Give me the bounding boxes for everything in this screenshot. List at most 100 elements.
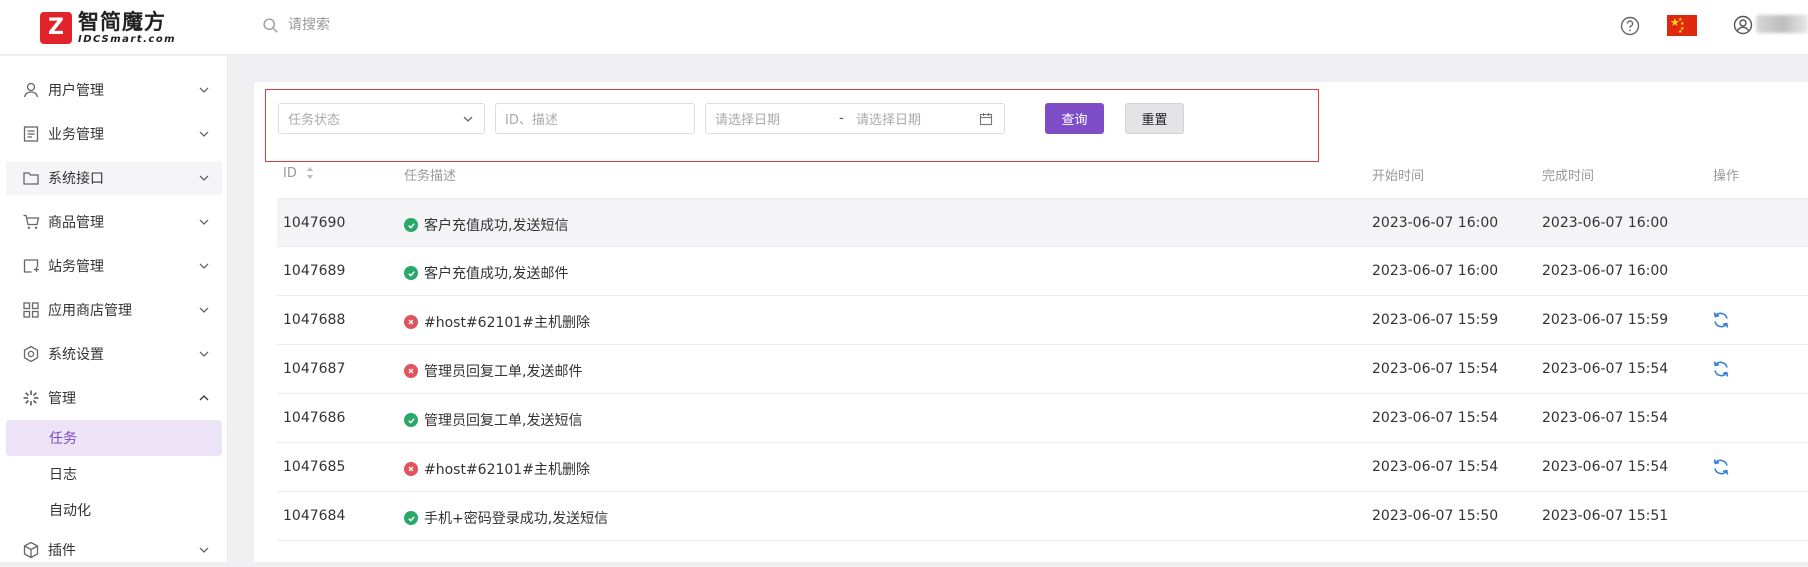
column-header-actions: 操作 — [1713, 169, 1740, 184]
sidebar-item-system-interface[interactable]: 系统接口 — [6, 161, 222, 195]
logo-mark-icon: Z — [40, 11, 72, 44]
user-name-blurred[interactable] — [1756, 15, 1808, 33]
table-row[interactable]: 1047686 管理员回复工单,发送短信 2023-06-07 15:54 2023-… — [277, 394, 1808, 443]
task-description-text: 手机+密码登录成功,发送短信 — [424, 511, 609, 527]
chevron-down-icon — [199, 219, 209, 225]
global-search[interactable] — [262, 14, 488, 36]
folder-icon — [23, 172, 39, 185]
sidebar-subitem-label: 日志 — [49, 467, 77, 483]
sidebar-item-label: 应用商店管理 — [48, 303, 132, 319]
manage-icon — [23, 390, 39, 406]
task-end-time: 2023-06-07 15:54 — [1542, 410, 1669, 426]
user-icon[interactable] — [1733, 15, 1753, 35]
sidebar-subitem-tasks[interactable]: 任务 — [6, 420, 222, 456]
table-row[interactable]: 1047688 #host#62101#主机删除 2023-06-07 15:59 2… — [277, 296, 1808, 345]
task-id: 1047690 — [283, 215, 346, 231]
task-description-text: #host#62101#主机删除 — [424, 315, 590, 331]
date-end-placeholder[interactable]: 请选择日期 — [856, 109, 921, 128]
date-range-picker[interactable]: 请选择日期 - 请选择日期 — [705, 103, 1005, 134]
sidebar-subitem-logs[interactable]: 日志 — [6, 456, 222, 492]
document-icon — [23, 126, 39, 142]
success-status-icon — [404, 218, 418, 232]
sort-icon[interactable] — [306, 165, 314, 181]
retry-icon[interactable] — [1711, 359, 1731, 379]
task-description-text: 管理员回复工单,发送邮件 — [424, 364, 583, 380]
calendar-icon — [979, 112, 993, 125]
task-id: 1047684 — [283, 508, 346, 524]
task-id: 1047687 — [283, 361, 346, 377]
sidebar-item-product-management[interactable]: 商品管理 — [0, 205, 228, 239]
task-description-text: 客户充值成功,发送短信 — [424, 218, 569, 234]
settings-icon — [23, 345, 39, 363]
chevron-down-icon — [199, 87, 209, 93]
task-description: #host#62101#主机删除 — [404, 459, 590, 479]
date-start-placeholder[interactable]: 请选择日期 — [715, 109, 780, 128]
chevron-down-icon — [199, 307, 209, 313]
sidebar-item-system-settings[interactable]: 系统设置 — [0, 337, 228, 371]
task-status-placeholder: 任务状态 — [288, 113, 341, 128]
task-description-text: 管理员回复工单,发送短信 — [424, 413, 583, 429]
chevron-up-icon — [199, 395, 209, 401]
task-status-select[interactable]: 任务状态 — [278, 103, 485, 134]
failed-status-icon — [404, 364, 418, 378]
task-description: 手机+密码登录成功,发送短信 — [404, 508, 608, 528]
date-separator: - — [839, 111, 844, 126]
sidebar-item-manage[interactable]: 管理 — [0, 381, 228, 415]
success-status-icon — [404, 266, 418, 280]
task-description-text: #host#62101#主机删除 — [424, 462, 590, 478]
sidebar-item-business-management[interactable]: 业务管理 — [0, 117, 228, 151]
task-end-time: 2023-06-07 16:00 — [1542, 215, 1669, 231]
task-start-time: 2023-06-07 15:54 — [1372, 361, 1499, 377]
table-row[interactable]: 1047684 手机+密码登录成功,发送短信 2023-06-07 15:50 202… — [277, 492, 1808, 541]
column-header-id[interactable]: ID — [283, 165, 314, 181]
search-input[interactable] — [288, 17, 488, 33]
query-button[interactable]: 查询 — [1045, 103, 1104, 134]
brand-domain: IDCSmart.com — [78, 34, 177, 45]
task-description: 管理员回复工单,发送短信 — [404, 410, 582, 430]
table-row[interactable]: 1047689 客户充值成功,发送邮件 2023-06-07 16:00 2023-0… — [277, 247, 1808, 296]
keyword-input[interactable]: ID、描述 — [495, 103, 695, 134]
reset-button[interactable]: 重置 — [1125, 103, 1184, 134]
sidebar-item-station-management[interactable]: 站务管理 — [0, 249, 228, 283]
brand-logo[interactable]: Z 智简魔方 IDCSmart.com — [40, 10, 176, 45]
chevron-down-icon — [199, 547, 209, 553]
sidebar-subitem-automation[interactable]: 自动化 — [6, 492, 222, 528]
sidebar-item-user-management[interactable]: 用户管理 — [0, 73, 228, 107]
sidebar-subitem-label: 自动化 — [49, 503, 91, 519]
task-description-text: 客户充值成功,发送邮件 — [424, 266, 569, 282]
task-id: 1047685 — [283, 459, 346, 475]
table-row[interactable]: 1047685 #host#62101#主机删除 2023-06-07 15:54 2… — [277, 443, 1808, 492]
china-flag-icon[interactable]: ★ ★ ★ ★ ★ — [1667, 15, 1697, 36]
task-start-time: 2023-06-07 15:54 — [1372, 459, 1499, 475]
retry-icon[interactable] — [1711, 310, 1731, 330]
column-header-description: 任务描述 — [404, 169, 457, 184]
brand-name: 智简魔方 — [78, 10, 166, 34]
chevron-down-icon — [199, 351, 209, 357]
sidebar-item-label: 插件 — [48, 543, 76, 559]
task-end-time: 2023-06-07 15:59 — [1542, 312, 1669, 328]
help-icon[interactable] — [1620, 16, 1640, 36]
table-row[interactable]: 1047687 管理员回复工单,发送邮件 2023-06-07 15:54 2023-… — [277, 345, 1808, 394]
task-description: 客户充值成功,发送短信 — [404, 215, 568, 235]
task-start-time: 2023-06-07 15:54 — [1372, 410, 1499, 426]
sidebar-item-label: 系统设置 — [48, 347, 104, 363]
sidebar-item-app-store-management[interactable]: 应用商店管理 — [0, 293, 228, 327]
column-header-start-time: 开始时间 — [1372, 169, 1425, 184]
station-icon — [23, 259, 39, 273]
user-icon — [23, 82, 39, 98]
sidebar-subitem-label: 任务 — [49, 431, 77, 447]
chevron-down-icon — [463, 116, 473, 122]
column-header-end-time: 完成时间 — [1542, 169, 1595, 184]
top-bar: Z 智简魔方 IDCSmart.com ★ ★ ★ ★ ★ — [0, 0, 1808, 55]
task-description: #host#62101#主机删除 — [404, 312, 590, 332]
keyword-placeholder: ID、描述 — [505, 113, 558, 128]
task-end-time: 2023-06-07 15:54 — [1542, 459, 1669, 475]
task-start-time: 2023-06-07 15:59 — [1372, 312, 1499, 328]
task-description: 管理员回复工单,发送邮件 — [404, 361, 582, 381]
retry-icon[interactable] — [1711, 457, 1731, 477]
success-status-icon — [404, 511, 418, 525]
chevron-down-icon — [199, 263, 209, 269]
table-row[interactable]: 1047690 客户充值成功,发送短信 2023-06-07 16:00 2023-0… — [277, 198, 1808, 247]
task-description: 客户充值成功,发送邮件 — [404, 263, 568, 283]
cart-icon — [23, 214, 40, 229]
